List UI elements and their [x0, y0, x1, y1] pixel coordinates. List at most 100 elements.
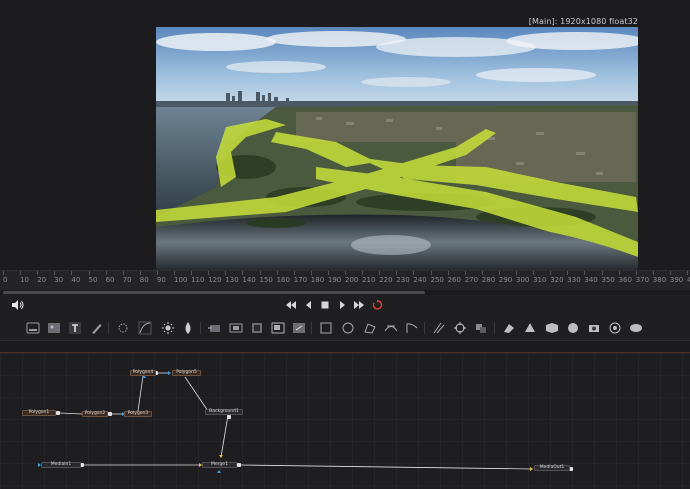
curves-icon[interactable]	[137, 320, 153, 336]
ruler-tick-label: 70	[122, 276, 132, 284]
skip-to-end-icon[interactable]	[352, 299, 366, 311]
node-polygon2[interactable]: Polygon2	[82, 411, 108, 417]
ruler-tick-label: 280	[481, 276, 496, 284]
ruler-tick-label: 310	[533, 276, 547, 284]
panel-divider[interactable]	[0, 341, 690, 352]
ruler-tick-label: 340	[584, 276, 598, 284]
ruler-tick-label: 150	[259, 276, 273, 284]
ruler-tick	[652, 271, 654, 275]
ruler-tick-label: 40	[71, 276, 81, 284]
shape-3d-icon[interactable]	[473, 320, 489, 336]
ruler-tick	[122, 271, 124, 275]
ruler-tick	[533, 271, 535, 275]
viewer[interactable]: [Main]: 1920x1080 float32	[0, 0, 690, 270]
step-back-icon[interactable]	[302, 299, 316, 311]
paint-tool-icon[interactable]	[89, 320, 105, 336]
ruler-tick-label: 140	[242, 276, 256, 284]
ruler-tick	[430, 271, 432, 275]
ruler-tick	[618, 271, 620, 275]
link-polygon1-polygon2	[59, 412, 83, 415]
ruler-tick-label: 250	[430, 276, 444, 284]
ruler-tick	[20, 271, 22, 275]
ruler-tick-label: 80	[139, 276, 149, 284]
text-3d-icon[interactable]	[501, 320, 517, 336]
node-polygon4[interactable]: Polygon4	[130, 370, 156, 376]
ruler-tick-label: 270	[464, 276, 479, 284]
ruler-tick	[413, 271, 415, 275]
node-mediaout1[interactable]: MediaOut1	[534, 465, 570, 471]
rectangle-mask-icon[interactable]	[318, 320, 334, 336]
skip-to-start-icon[interactable]	[284, 299, 298, 311]
brightness-icon[interactable]	[160, 320, 176, 336]
ruler-tick-label: 50	[88, 276, 98, 284]
ruler-tick-label: 220	[379, 276, 393, 284]
color-corrector-icon[interactable]	[115, 320, 131, 336]
node-background1[interactable]: Background1	[205, 409, 243, 415]
ruler-tick	[584, 271, 586, 275]
node-mediain1[interactable]: MediaIn1	[41, 462, 81, 468]
matte-control-icon[interactable]	[249, 320, 265, 336]
ruler-tick	[447, 271, 449, 275]
ruler-tick-label: 300	[516, 276, 530, 284]
ruler-tick	[550, 271, 552, 275]
viewer-resolution-label: [Main]: 1920x1080 float32	[528, 17, 638, 26]
node-polygon5[interactable]: Polygon5	[172, 370, 201, 376]
ruler-tick	[567, 271, 569, 275]
resize-icon[interactable]	[291, 320, 307, 336]
loop-icon[interactable]	[371, 299, 385, 311]
renderer-3d-icon[interactable]	[607, 320, 623, 336]
ruler-tick	[687, 271, 688, 275]
ruler-tick	[225, 271, 227, 275]
polygon-mask-icon[interactable]	[362, 320, 378, 336]
scrubber-range-bar[interactable]	[3, 291, 425, 294]
ruler-tick	[635, 271, 637, 275]
background-tool-icon[interactable]	[25, 320, 41, 336]
camera-3d-icon[interactable]	[544, 320, 560, 336]
transform-icon[interactable]	[270, 320, 286, 336]
link-polygon5-background1	[184, 376, 209, 412]
particle-emitter-icon[interactable]	[404, 320, 420, 336]
node-label: Polygon3	[127, 411, 149, 416]
fusion-page: [Main]: 1920x1080 float32 0 10 20 30 40 …	[0, 0, 690, 489]
ruler-tick	[156, 271, 158, 275]
ruler-tick	[276, 271, 278, 275]
node-label: Polygon2	[84, 411, 106, 416]
node-polygon3[interactable]: Polygon3	[124, 411, 152, 417]
ruler-tick-label: 240	[413, 276, 427, 284]
fusion-toolbar	[0, 315, 690, 341]
channel-booleans-icon[interactable]	[228, 320, 244, 336]
ruler-tick	[669, 271, 671, 275]
speaker-icon[interactable]	[11, 299, 25, 311]
ellipse-mask-icon[interactable]	[340, 320, 356, 336]
renderer-3d-icon[interactable]	[586, 320, 602, 336]
ruler-tick	[37, 271, 39, 275]
bspline-mask-icon[interactable]	[383, 320, 399, 336]
ruler-tick-label: 20	[37, 276, 47, 284]
play-icon[interactable]	[335, 299, 349, 311]
toolbar-separator	[108, 322, 109, 334]
ruler-tick-label: 160	[276, 276, 290, 284]
node-polygon1[interactable]: Polygon1	[22, 410, 56, 416]
ruler-tick-label: 230	[396, 276, 410, 284]
particle-render-icon[interactable]	[431, 320, 447, 336]
ruler-tick	[379, 271, 381, 275]
viewer-frame-image[interactable]	[156, 27, 638, 270]
ruler-tick	[327, 271, 329, 275]
ruler-tick	[362, 271, 364, 275]
merge-3d-icon[interactable]	[522, 320, 538, 336]
ruler-tick	[481, 271, 483, 275]
merge-icon[interactable]	[207, 320, 223, 336]
blur-icon[interactable]	[180, 320, 196, 336]
time-ruler[interactable]: 0 10 20 30 40 50 60 70 80 90 100 110 120 130 140 150 160…	[0, 270, 690, 290]
ruler-tick-label: 60	[105, 276, 115, 284]
light-3d-icon[interactable]	[565, 320, 581, 336]
renderer-3d-icon[interactable]	[628, 320, 644, 336]
stop-icon[interactable]	[318, 299, 332, 311]
node-editor[interactable]: Polygon1 Polygon2 Polygon3 Polygon4 Poly…	[0, 352, 690, 489]
ruler-tick-label: 170	[293, 276, 308, 284]
text-tool-icon[interactable]	[67, 320, 83, 336]
ruler-tick-label: 120	[208, 276, 222, 284]
tracker-icon[interactable]	[452, 320, 468, 336]
image-tool-icon[interactable]	[46, 320, 62, 336]
node-merge1[interactable]: Merge1	[202, 462, 237, 468]
